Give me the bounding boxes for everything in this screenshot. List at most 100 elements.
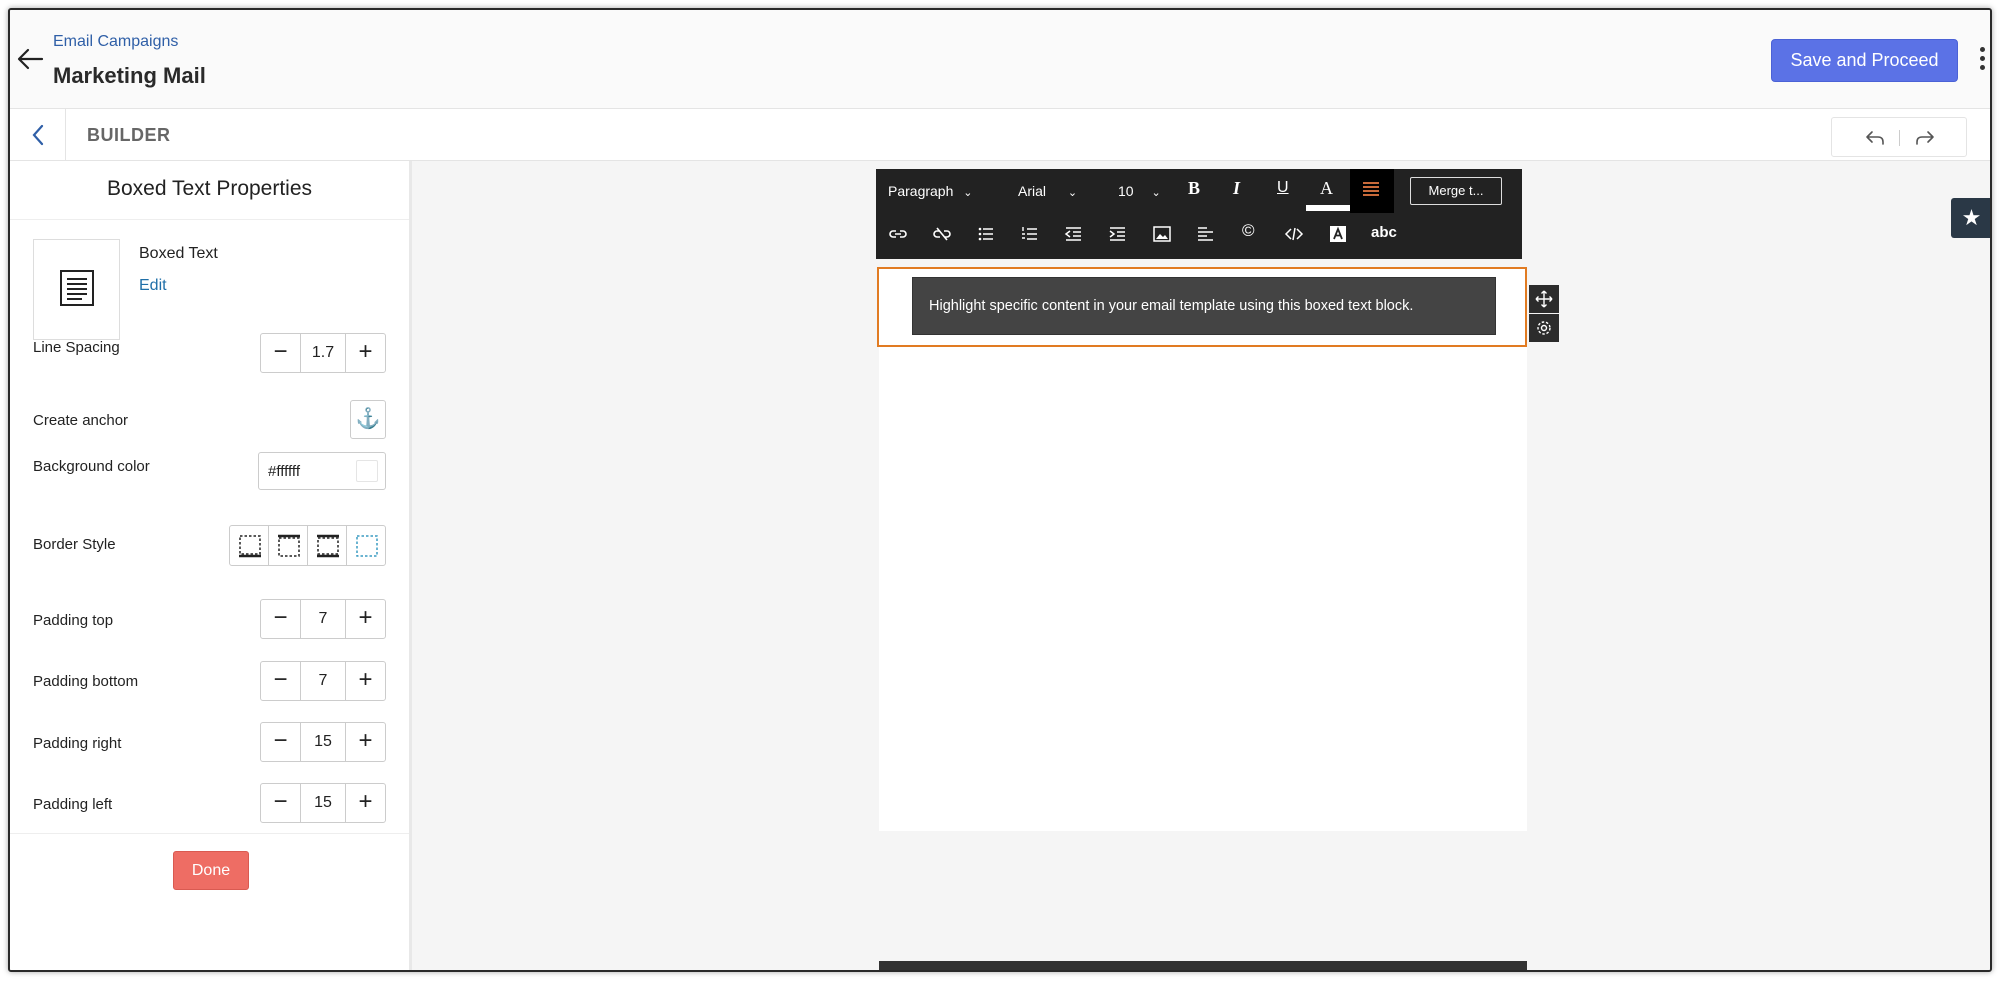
app-window: Email Campaigns Marketing Mail Save and … (8, 8, 1992, 972)
format-value: Paragraph (888, 183, 954, 199)
save-and-proceed-button[interactable]: Save and Proceed (1771, 39, 1958, 82)
link-icon[interactable] (887, 223, 909, 245)
color-swatch[interactable] (356, 460, 378, 482)
padding-top-increment-button[interactable]: + (345, 600, 385, 638)
align-icon[interactable] (1195, 223, 1217, 245)
font-size-dropdown[interactable]: 10 ⌄ (1118, 183, 1161, 199)
font-value: Arial (1018, 183, 1047, 199)
email-footer-bar (879, 961, 1527, 970)
border-top-bottom-icon (317, 534, 339, 558)
boxed-text-block[interactable]: Highlight specific content in your email… (877, 267, 1527, 347)
border-none-option[interactable] (347, 526, 386, 565)
padding-top-label: Padding top (33, 612, 114, 629)
padding-bottom-value[interactable]: 7 (301, 662, 345, 700)
underline-icon[interactable]: U (1277, 179, 1289, 197)
padding-bottom-decrement-button[interactable]: − (261, 662, 301, 700)
padding-bottom-stepper: − 7 + (260, 661, 386, 701)
border-top-bottom-option[interactable] (308, 526, 347, 565)
spellcheck-icon[interactable]: abc (1371, 224, 1397, 241)
star-icon: ★ (1961, 205, 1982, 230)
undo-redo-group (1831, 117, 1967, 157)
block-name: Boxed Text (139, 245, 218, 262)
properties-panel: Boxed Text Properties Boxed Text Edit Li… (10, 161, 412, 970)
padding-right-label: Padding right (33, 735, 122, 752)
padding-left-decrement-button[interactable]: − (261, 784, 301, 822)
font-color-icon: A (1320, 178, 1333, 198)
font-color-button[interactable]: A (1306, 169, 1350, 213)
done-button[interactable]: Done (173, 851, 249, 890)
background-color-value[interactable]: #ffffff (268, 463, 300, 480)
more-options-icon[interactable] (1976, 44, 1988, 78)
email-body[interactable] (879, 271, 1527, 831)
image-icon[interactable] (1151, 223, 1173, 245)
padding-left-value[interactable]: 15 (301, 784, 345, 822)
panel-divider (10, 833, 409, 834)
padding-right-value[interactable]: 15 (301, 723, 345, 761)
padding-right-increment-button[interactable]: + (345, 723, 385, 761)
anchor-icon[interactable]: ⚓ (350, 400, 386, 439)
indent-icon[interactable] (1107, 223, 1129, 245)
panel-title: Boxed Text Properties (10, 161, 409, 220)
padding-left-label: Padding left (33, 796, 113, 813)
create-anchor-label: Create anchor (33, 412, 129, 429)
padding-left-stepper: − 15 + (260, 783, 386, 823)
bulleted-list-icon[interactable] (975, 223, 997, 245)
font-size-value: 10 (1118, 183, 1134, 199)
top-header: Email Campaigns Marketing Mail Save and … (10, 10, 1990, 109)
italic-icon[interactable]: I (1233, 178, 1240, 199)
background-color-field[interactable]: #ffffff (258, 452, 386, 490)
copyright-icon[interactable]: © (1242, 221, 1255, 241)
block-settings-button[interactable] (1529, 314, 1559, 342)
builder-back-button[interactable] (10, 109, 66, 161)
favorites-button[interactable]: ★ (1951, 198, 1990, 238)
format-dropdown[interactable]: Paragraph ⌄ (888, 183, 973, 199)
back-arrow-icon[interactable] (14, 42, 48, 76)
outdent-icon[interactable] (1063, 223, 1085, 245)
block-thumbnail (33, 239, 120, 340)
line-spacing-value[interactable]: 1.7 (301, 334, 345, 372)
chevron-down-icon: ⌄ (1151, 187, 1161, 199)
highlight-color-button[interactable] (1350, 169, 1394, 213)
padding-top-value[interactable]: 7 (301, 600, 345, 638)
redo-icon[interactable] (1914, 128, 1936, 148)
padding-top-stepper: − 7 + (260, 599, 386, 639)
edit-link[interactable]: Edit (139, 277, 167, 295)
background-color-label: Background color (33, 458, 150, 475)
line-spacing-decrement-button[interactable]: − (261, 334, 301, 372)
border-none-icon (356, 535, 378, 557)
numbered-list-icon[interactable] (1019, 223, 1041, 245)
padding-left-increment-button[interactable]: + (345, 784, 385, 822)
padding-right-decrement-button[interactable]: − (261, 723, 301, 761)
border-bottom-option[interactable] (230, 526, 269, 565)
chevron-down-icon: ⌄ (963, 187, 973, 199)
text-background-icon[interactable] (1327, 223, 1349, 245)
move-block-button[interactable] (1529, 285, 1559, 313)
font-dropdown[interactable]: Arial ⌄ (1018, 183, 1077, 199)
gear-icon (1537, 321, 1551, 335)
editor-canvas: Paragraph ⌄ Arial ⌄ 10 ⌄ B I U A Merge t… (412, 161, 1990, 970)
source-code-icon[interactable] (1283, 223, 1305, 245)
move-icon (1535, 290, 1553, 308)
border-style-options (229, 525, 386, 566)
padding-bottom-label: Padding bottom (33, 673, 139, 690)
line-spacing-stepper: − 1.7 + (260, 333, 386, 373)
border-style-label: Border Style (33, 536, 116, 553)
padding-top-decrement-button[interactable]: − (261, 600, 301, 638)
highlight-color-icon (1363, 182, 1379, 196)
line-spacing-increment-button[interactable]: + (345, 334, 385, 372)
bold-icon[interactable]: B (1188, 178, 1200, 199)
line-spacing-label: Line Spacing (33, 339, 120, 356)
breadcrumb-email-campaigns[interactable]: Email Campaigns (53, 33, 178, 51)
undo-icon[interactable] (1864, 128, 1886, 148)
padding-right-stepper: − 15 + (260, 722, 386, 762)
merge-tags-dropdown[interactable]: Merge t... (1410, 177, 1502, 205)
page-title: Marketing Mail (53, 63, 206, 88)
chevron-left-icon (32, 124, 44, 146)
builder-bar: BUILDER (10, 109, 1990, 161)
rich-text-toolbar: Paragraph ⌄ Arial ⌄ 10 ⌄ B I U A Merge t… (876, 169, 1522, 259)
border-top-option[interactable] (269, 526, 308, 565)
unlink-icon[interactable] (931, 223, 953, 245)
boxed-text-content[interactable]: Highlight specific content in your email… (912, 277, 1496, 335)
padding-bottom-increment-button[interactable]: + (345, 662, 385, 700)
border-bottom-icon (239, 535, 261, 558)
